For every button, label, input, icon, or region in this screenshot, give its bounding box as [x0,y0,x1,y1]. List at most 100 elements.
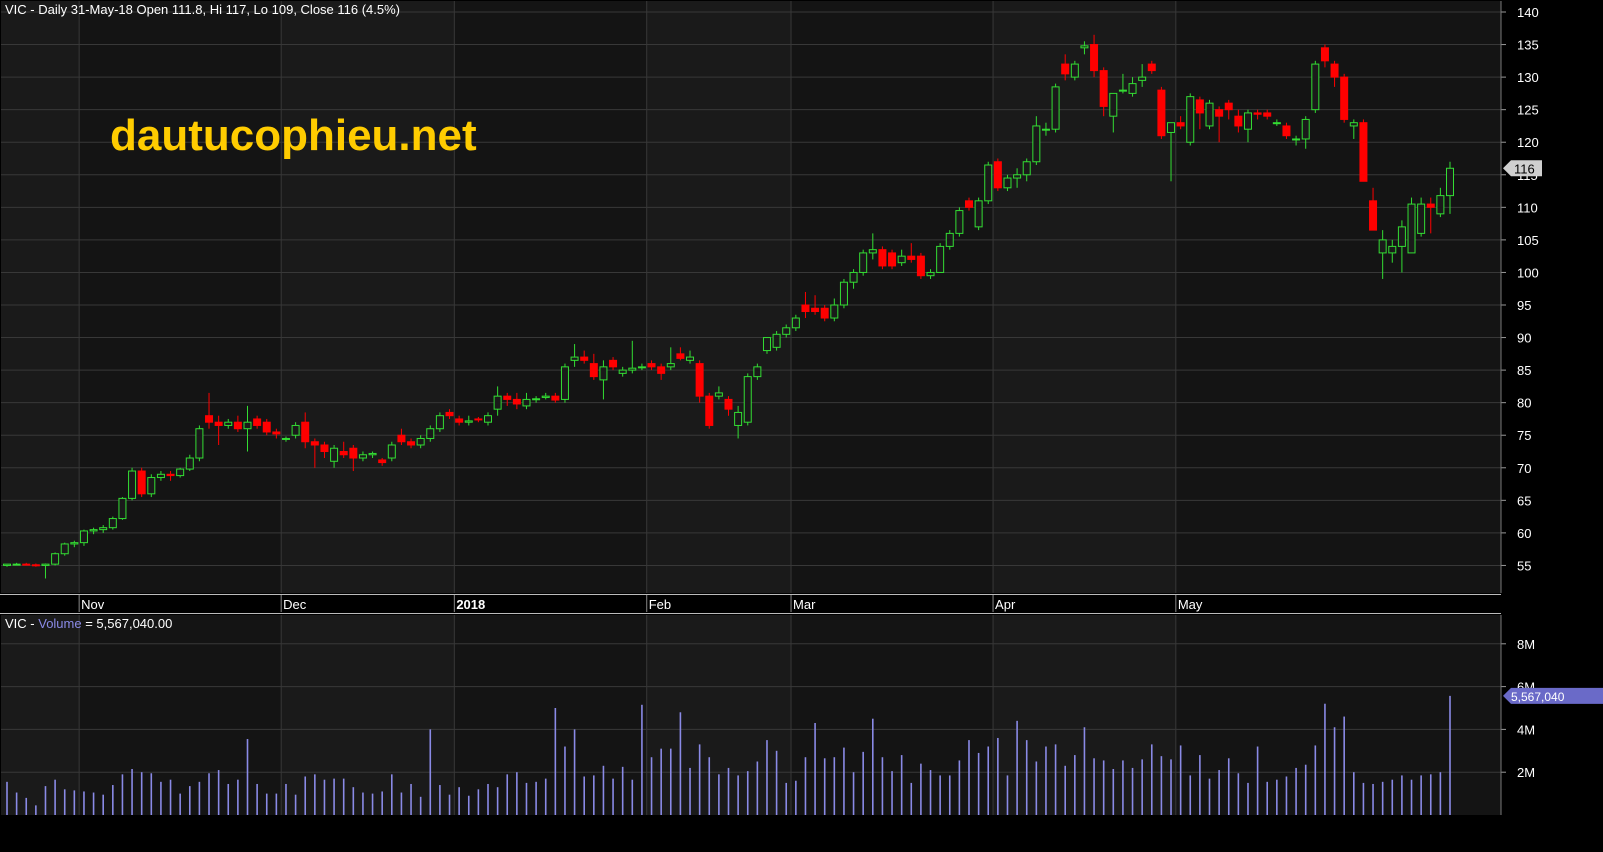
candle-body [1205,102,1214,127]
candlestick [147,474,156,498]
candle-body [657,366,666,374]
candle-body [1436,195,1445,215]
volume-tick-label: 4M [1517,722,1535,737]
candle-body [541,395,550,398]
price-tick-label: 65 [1517,493,1531,508]
candle-body [647,363,656,368]
candle-body [1397,226,1406,247]
price-chart-title: VIC - Daily 31-May-18 Open 111.8, Hi 117… [5,2,400,17]
month-band [454,615,647,815]
candle-body [1224,102,1233,111]
candle-body [387,444,396,459]
candle-body [397,434,406,443]
candlestick [1205,99,1214,130]
candle-body [281,437,290,440]
price-tick-label: 130 [1517,70,1539,85]
candlestick [51,552,60,566]
month-band [1175,615,1501,815]
candlestick [137,467,146,498]
watermark-logo: dautucophieu.net [110,111,477,160]
price-tick-label: 135 [1517,38,1539,53]
candle-body [31,564,40,567]
candle-body [772,333,781,348]
month-band [791,1,994,593]
candle-body [512,398,521,405]
month-band [454,1,647,593]
chart-stage: 5560657075808590951001051101151201251301… [0,0,1603,852]
candle-body [1234,115,1243,127]
month-band [79,615,282,815]
candle-body [1378,239,1387,254]
candlestick [955,207,964,237]
candlestick [435,412,444,432]
candlestick [176,467,185,478]
month-band [1175,1,1501,593]
candle-body [839,281,848,306]
volume-title-value: = 5,567,040.00 [82,616,173,631]
candlestick [743,373,752,426]
candle-body [849,271,858,283]
candle-body [224,421,233,426]
candle-body [253,418,262,426]
candle-body [484,415,492,423]
candle-body [560,366,569,400]
candle-body [156,473,165,479]
candle-body [570,356,579,361]
last-volume-label: 5,567,040 [1511,690,1565,704]
candle-body [262,421,271,433]
x-tick-label: Feb [649,597,671,612]
volume-tick-label: 8M [1517,637,1535,652]
candle-body [1118,89,1127,92]
candlestick [936,243,945,273]
candle-body [272,431,281,435]
candle-body [1090,44,1099,72]
candle-body [1320,47,1329,62]
candle-body [945,232,954,247]
candle-body [743,376,752,423]
price-tick-label: 60 [1517,526,1531,541]
candle-body [147,477,156,495]
candle-body [580,356,589,361]
candle-body [233,421,242,430]
candle-body [291,424,300,436]
candle-body [301,421,310,443]
last-price-tag: 116 [1503,160,1542,177]
candle-body [1359,122,1368,182]
candle-body [897,255,906,264]
candle-body [1417,203,1426,234]
candle-body [137,470,146,495]
price-tick-label: 120 [1517,135,1539,150]
price-tick-label: 95 [1517,298,1531,313]
price-tick-label: 70 [1517,461,1531,476]
candle-body [330,447,339,462]
candle-body [89,529,98,532]
candle-body [445,411,454,417]
candle-body [1407,203,1416,254]
month-band [79,1,282,593]
candle-body [41,563,50,566]
candle-body [1157,89,1166,137]
candle-body [70,542,79,545]
candlestick [888,249,897,270]
candle-body [99,527,108,531]
candle-body [589,363,598,378]
candle-body [1061,63,1070,75]
candle-body [926,271,935,277]
candle-body [666,363,675,368]
candle-body [830,304,839,319]
candle-body [1051,86,1060,130]
candlestick [839,278,848,309]
candle-body [1022,161,1031,176]
candle-body [753,366,762,378]
candle-body [868,249,877,254]
candle-body [993,161,1002,189]
candle-body [1349,122,1358,127]
candle-body [1147,63,1156,72]
candlestick [705,392,714,429]
candle-body [358,454,367,459]
candle-body [1330,63,1339,78]
candle-body [801,304,810,313]
candle-body [791,317,800,329]
candle-body [339,451,348,456]
candle-body [907,255,916,260]
